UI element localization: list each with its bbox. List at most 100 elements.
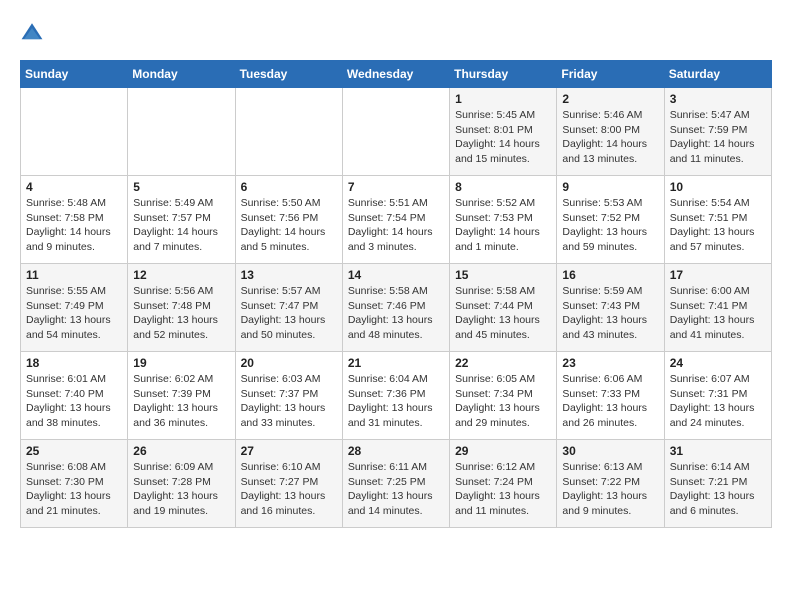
- day-number: 23: [562, 356, 658, 370]
- day-number: 20: [241, 356, 337, 370]
- day-number: 30: [562, 444, 658, 458]
- calendar-week-5: 25 Sunrise: 6:08 AM Sunset: 7:30 PM Dayli…: [21, 440, 772, 528]
- day-number: 28: [348, 444, 444, 458]
- day-info: Sunrise: 6:10 AM Sunset: 7:27 PM Dayligh…: [241, 460, 337, 519]
- day-info: Sunrise: 6:13 AM Sunset: 7:22 PM Dayligh…: [562, 460, 658, 519]
- col-header-monday: Monday: [128, 61, 235, 88]
- col-header-saturday: Saturday: [664, 61, 771, 88]
- day-info: Sunrise: 6:09 AM Sunset: 7:28 PM Dayligh…: [133, 460, 229, 519]
- calendar-cell: 16 Sunrise: 5:59 AM Sunset: 7:43 PM Dayli…: [557, 264, 664, 352]
- day-info: Sunrise: 6:08 AM Sunset: 7:30 PM Dayligh…: [26, 460, 122, 519]
- day-info: Sunrise: 5:57 AM Sunset: 7:47 PM Dayligh…: [241, 284, 337, 343]
- calendar-cell: 21 Sunrise: 6:04 AM Sunset: 7:36 PM Dayli…: [342, 352, 449, 440]
- calendar-cell: 19 Sunrise: 6:02 AM Sunset: 7:39 PM Dayli…: [128, 352, 235, 440]
- day-info: Sunrise: 6:02 AM Sunset: 7:39 PM Dayligh…: [133, 372, 229, 431]
- calendar-cell: 30 Sunrise: 6:13 AM Sunset: 7:22 PM Dayli…: [557, 440, 664, 528]
- day-info: Sunrise: 6:07 AM Sunset: 7:31 PM Dayligh…: [670, 372, 766, 431]
- day-info: Sunrise: 5:55 AM Sunset: 7:49 PM Dayligh…: [26, 284, 122, 343]
- day-info: Sunrise: 6:00 AM Sunset: 7:41 PM Dayligh…: [670, 284, 766, 343]
- day-number: 7: [348, 180, 444, 194]
- calendar-cell: 23Sunrise: 6:06 AM Sunset: 7:33 PM Dayli…: [557, 352, 664, 440]
- day-number: 3: [670, 92, 766, 106]
- day-number: 1: [455, 92, 551, 106]
- day-number: 6: [241, 180, 337, 194]
- day-number: 10: [670, 180, 766, 194]
- day-number: 14: [348, 268, 444, 282]
- logo-icon: [20, 20, 44, 44]
- day-number: 19: [133, 356, 229, 370]
- calendar-table: SundayMondayTuesdayWednesdayThursdayFrid…: [20, 60, 772, 528]
- calendar-cell: 6 Sunrise: 5:50 AM Sunset: 7:56 PM Daylig…: [235, 176, 342, 264]
- calendar-cell: 26 Sunrise: 6:09 AM Sunset: 7:28 PM Dayli…: [128, 440, 235, 528]
- day-info: Sunrise: 5:59 AM Sunset: 7:43 PM Dayligh…: [562, 284, 658, 343]
- logo: [20, 20, 48, 44]
- day-number: 16: [562, 268, 658, 282]
- day-number: 26: [133, 444, 229, 458]
- calendar-week-3: 11Sunrise: 5:55 AM Sunset: 7:49 PM Dayli…: [21, 264, 772, 352]
- calendar-cell: 25 Sunrise: 6:08 AM Sunset: 7:30 PM Dayli…: [21, 440, 128, 528]
- day-info: Sunrise: 6:12 AM Sunset: 7:24 PM Dayligh…: [455, 460, 551, 519]
- day-number: 24: [670, 356, 766, 370]
- day-number: 8: [455, 180, 551, 194]
- calendar-cell: 3 Sunrise: 5:47 AM Sunset: 7:59 PM Daylig…: [664, 88, 771, 176]
- day-number: 22: [455, 356, 551, 370]
- day-number: 21: [348, 356, 444, 370]
- calendar-cell: 15 Sunrise: 5:58 AM Sunset: 7:44 PM Dayli…: [450, 264, 557, 352]
- calendar-cell: 10 Sunrise: 5:54 AM Sunset: 7:51 PM Dayli…: [664, 176, 771, 264]
- day-number: 12: [133, 268, 229, 282]
- calendar-cell: 7 Sunrise: 5:51 AM Sunset: 7:54 PM Daylig…: [342, 176, 449, 264]
- calendar-cell: 13 Sunrise: 5:57 AM Sunset: 7:47 PM Dayli…: [235, 264, 342, 352]
- day-number: 27: [241, 444, 337, 458]
- day-number: 17: [670, 268, 766, 282]
- day-info: Sunrise: 5:58 AM Sunset: 7:46 PM Dayligh…: [348, 284, 444, 343]
- col-header-friday: Friday: [557, 61, 664, 88]
- calendar-cell: 20Sunrise: 6:03 AM Sunset: 7:37 PM Dayli…: [235, 352, 342, 440]
- day-info: Sunrise: 5:51 AM Sunset: 7:54 PM Dayligh…: [348, 196, 444, 255]
- calendar-week-2: 4Sunrise: 5:48 AM Sunset: 7:58 PM Daylig…: [21, 176, 772, 264]
- col-header-sunday: Sunday: [21, 61, 128, 88]
- day-number: 18: [26, 356, 122, 370]
- day-number: 13: [241, 268, 337, 282]
- day-number: 5: [133, 180, 229, 194]
- col-header-thursday: Thursday: [450, 61, 557, 88]
- page-header: [20, 20, 772, 44]
- day-number: 15: [455, 268, 551, 282]
- day-info: Sunrise: 6:01 AM Sunset: 7:40 PM Dayligh…: [26, 372, 122, 431]
- calendar-cell: 12Sunrise: 5:56 AM Sunset: 7:48 PM Dayli…: [128, 264, 235, 352]
- calendar-week-1: 1 Sunrise: 5:45 AM Sunset: 8:01 PM Daylig…: [21, 88, 772, 176]
- calendar-cell: 4Sunrise: 5:48 AM Sunset: 7:58 PM Daylig…: [21, 176, 128, 264]
- calendar-cell: 9 Sunrise: 5:53 AM Sunset: 7:52 PM Daylig…: [557, 176, 664, 264]
- calendar-cell: [128, 88, 235, 176]
- calendar-cell: 5 Sunrise: 5:49 AM Sunset: 7:57 PM Daylig…: [128, 176, 235, 264]
- calendar-cell: 24 Sunrise: 6:07 AM Sunset: 7:31 PM Dayli…: [664, 352, 771, 440]
- calendar-header-row: SundayMondayTuesdayWednesdayThursdayFrid…: [21, 61, 772, 88]
- calendar-cell: 28 Sunrise: 6:11 AM Sunset: 7:25 PM Dayli…: [342, 440, 449, 528]
- day-number: 31: [670, 444, 766, 458]
- col-header-wednesday: Wednesday: [342, 61, 449, 88]
- calendar-cell: 11Sunrise: 5:55 AM Sunset: 7:49 PM Dayli…: [21, 264, 128, 352]
- calendar-cell: 2Sunrise: 5:46 AM Sunset: 8:00 PM Daylig…: [557, 88, 664, 176]
- day-number: 9: [562, 180, 658, 194]
- col-header-tuesday: Tuesday: [235, 61, 342, 88]
- day-info: Sunrise: 6:14 AM Sunset: 7:21 PM Dayligh…: [670, 460, 766, 519]
- day-info: Sunrise: 5:58 AM Sunset: 7:44 PM Dayligh…: [455, 284, 551, 343]
- calendar-cell: 8Sunrise: 5:52 AM Sunset: 7:53 PM Daylig…: [450, 176, 557, 264]
- calendar-cell: 17 Sunrise: 6:00 AM Sunset: 7:41 PM Dayli…: [664, 264, 771, 352]
- day-info: Sunrise: 5:48 AM Sunset: 7:58 PM Dayligh…: [26, 196, 122, 255]
- calendar-cell: 1 Sunrise: 5:45 AM Sunset: 8:01 PM Daylig…: [450, 88, 557, 176]
- calendar-cell: 29Sunrise: 6:12 AM Sunset: 7:24 PM Dayli…: [450, 440, 557, 528]
- calendar-cell: 27 Sunrise: 6:10 AM Sunset: 7:27 PM Dayli…: [235, 440, 342, 528]
- calendar-cell: [342, 88, 449, 176]
- day-info: Sunrise: 5:49 AM Sunset: 7:57 PM Dayligh…: [133, 196, 229, 255]
- day-info: Sunrise: 5:47 AM Sunset: 7:59 PM Dayligh…: [670, 108, 766, 167]
- day-info: Sunrise: 5:50 AM Sunset: 7:56 PM Dayligh…: [241, 196, 337, 255]
- day-number: 2: [562, 92, 658, 106]
- day-info: Sunrise: 6:05 AM Sunset: 7:34 PM Dayligh…: [455, 372, 551, 431]
- day-info: Sunrise: 6:11 AM Sunset: 7:25 PM Dayligh…: [348, 460, 444, 519]
- day-info: Sunrise: 5:45 AM Sunset: 8:01 PM Dayligh…: [455, 108, 551, 167]
- day-info: Sunrise: 5:53 AM Sunset: 7:52 PM Dayligh…: [562, 196, 658, 255]
- day-info: Sunrise: 6:04 AM Sunset: 7:36 PM Dayligh…: [348, 372, 444, 431]
- day-info: Sunrise: 5:54 AM Sunset: 7:51 PM Dayligh…: [670, 196, 766, 255]
- calendar-cell: [235, 88, 342, 176]
- day-number: 25: [26, 444, 122, 458]
